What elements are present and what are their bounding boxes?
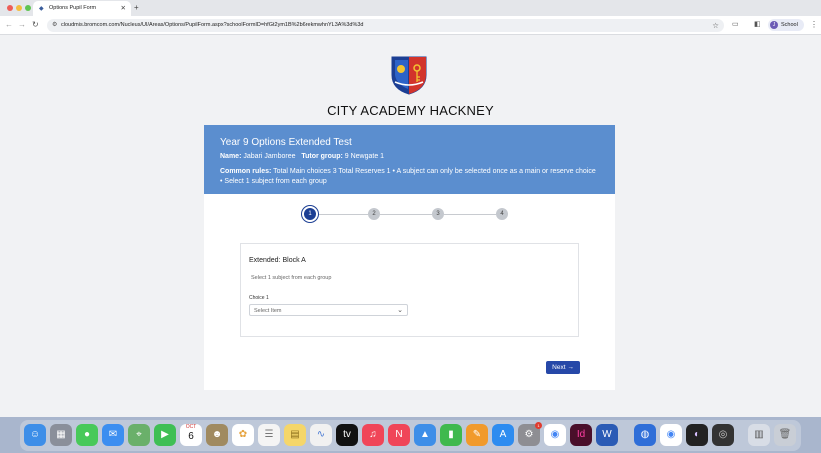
rules-text: Total Main choices 3 Total Reserves 1 • … (220, 168, 596, 185)
finder-icon[interactable]: ☺ (24, 424, 46, 446)
calendar-month: OCT (185, 424, 197, 430)
facetime-icon[interactable]: ▶ (154, 424, 176, 446)
select-placeholder: Select Item (254, 307, 282, 314)
freeform-icon[interactable]: ∿ (310, 424, 332, 446)
next-label: Next (552, 364, 566, 371)
chevron-down-icon: ⌄ (397, 307, 403, 314)
pages-icon[interactable]: ✎ (466, 424, 488, 446)
contacts-icon[interactable]: ☻ (206, 424, 228, 446)
photos-icon[interactable]: ✿ (232, 424, 254, 446)
block-a-card: Extended: Block A Select 1 subject from … (240, 243, 579, 337)
new-tab-icon[interactable]: + (134, 3, 139, 12)
maps-icon[interactable]: ⌖ (128, 424, 150, 446)
next-button[interactable]: Next → (546, 361, 580, 374)
trash-icon[interactable]: 🗑 (774, 424, 796, 446)
appstore-icon[interactable]: A (492, 424, 514, 446)
page-title: Year 9 Options Extended Test (220, 137, 352, 148)
numbers-icon[interactable]: ▮ (440, 424, 462, 446)
cast-icon[interactable]: ▭ (732, 20, 739, 28)
choice-1-label: Choice 1 (249, 295, 269, 301)
address-bar[interactable]: ⚙ cloudmis.bromcom.com/Nucleus/UI/Areas/… (47, 19, 724, 32)
step-connector (316, 214, 368, 215)
notification-badge: 1 (535, 422, 542, 429)
choice-1-select[interactable]: Select Item ⌄ (249, 304, 408, 316)
step-3[interactable]: 3 (432, 208, 444, 220)
step-4[interactable]: 4 (496, 208, 508, 220)
url-text: cloudmis.bromcom.com/Nucleus/UI/Areas/Op… (61, 22, 364, 28)
utility-icon[interactable]: ◎ (712, 424, 734, 446)
step-connector (380, 214, 432, 215)
tutor-group-label: Tutor group: (301, 153, 343, 160)
block-hint: Select 1 subject from each group (251, 275, 332, 281)
profile-button[interactable]: J School (768, 19, 804, 31)
indesign-icon[interactable]: Id (570, 424, 592, 446)
tab-title: Options Pupil Form (49, 4, 97, 11)
block-title: Extended: Block A (249, 257, 306, 264)
news-icon[interactable]: N (388, 424, 410, 446)
step-connector (444, 214, 496, 215)
activity-icon[interactable]: ◐ (686, 424, 708, 446)
bromcom-favicon-icon: ◆ (39, 6, 44, 12)
macos-dock: ☺ ▦ ● ✉ ⌖ ▶ OCT 6 ☻ ✿ ☰ ▤ ∿ tv ♫ N ▲ ▮ ✎… (20, 420, 801, 451)
tutor-group-value: 9 Newgate 1 (344, 153, 385, 160)
documents-stack-icon[interactable]: ▥ (748, 424, 770, 446)
chrome-icon[interactable]: ◉ (544, 424, 566, 446)
progress-stepper: 1 2 3 4 (304, 208, 514, 220)
word-icon[interactable]: W (596, 424, 618, 446)
minimize-window-button[interactable] (16, 5, 22, 11)
browser-tab-strip: ◆ Options Pupil Form ✕ + (0, 0, 821, 16)
appletv-icon[interactable]: tv (336, 424, 358, 446)
calendar-day: 6 (188, 431, 194, 442)
globe-icon[interactable]: ◍ (634, 424, 656, 446)
step-1[interactable]: 1 (304, 208, 316, 220)
form-body: 1 2 3 4 Extended: Block A Select 1 subje… (204, 194, 615, 390)
close-window-button[interactable] (7, 5, 13, 11)
page-content: CITY ACADEMY HACKNEY Year 9 Options Exte… (0, 35, 821, 417)
mail-icon[interactable]: ✉ (102, 424, 124, 446)
options-header: Year 9 Options Extended Test Name: Jabar… (204, 125, 615, 194)
school-name: CITY ACADEMY HACKNEY (327, 103, 494, 118)
name-label: Name: (220, 153, 242, 160)
chrome-profile-icon[interactable]: ◉ (660, 424, 682, 446)
bookmark-star-icon[interactable]: ☆ (712, 21, 719, 30)
step-2[interactable]: 2 (368, 208, 380, 220)
extensions-icon[interactable]: ◧ (754, 20, 761, 28)
settings-icon[interactable]: ⚙ 1 (518, 422, 542, 446)
keynote-icon[interactable]: ▲ (414, 424, 436, 446)
browser-menu-icon[interactable]: ⋮ (810, 20, 818, 29)
profile-label: School (781, 21, 798, 28)
rules-label: Common rules: (220, 168, 272, 175)
arrow-right-icon: → (567, 364, 574, 371)
school-crest-logo (391, 56, 427, 95)
launchpad-icon[interactable]: ▦ (50, 424, 72, 446)
reload-icon[interactable]: ↻ (32, 20, 39, 29)
back-arrow-icon[interactable]: ← (5, 20, 13, 29)
notes-icon[interactable]: ▤ (284, 424, 306, 446)
name-value: Jabari Jamboree (243, 153, 296, 160)
profile-avatar: J (770, 21, 778, 29)
close-tab-icon[interactable]: ✕ (121, 4, 126, 12)
zoom-window-button[interactable] (25, 5, 31, 11)
student-info: Name: Jabari Jamboree Tutor group: 9 New… (220, 153, 384, 160)
calendar-icon[interactable]: OCT 6 (180, 424, 202, 446)
browser-toolbar: ← → ↻ ⚙ cloudmis.bromcom.com/Nucleus/UI/… (0, 16, 821, 35)
reminders-icon[interactable]: ☰ (258, 424, 280, 446)
site-info-icon[interactable]: ⚙ (52, 21, 57, 28)
forward-arrow-icon[interactable]: → (18, 20, 26, 29)
browser-tab[interactable]: ◆ Options Pupil Form ✕ (33, 1, 131, 16)
messages-icon[interactable]: ● (76, 424, 98, 446)
music-icon[interactable]: ♫ (362, 424, 384, 446)
common-rules: Common rules: Total Main choices 3 Total… (220, 167, 600, 187)
